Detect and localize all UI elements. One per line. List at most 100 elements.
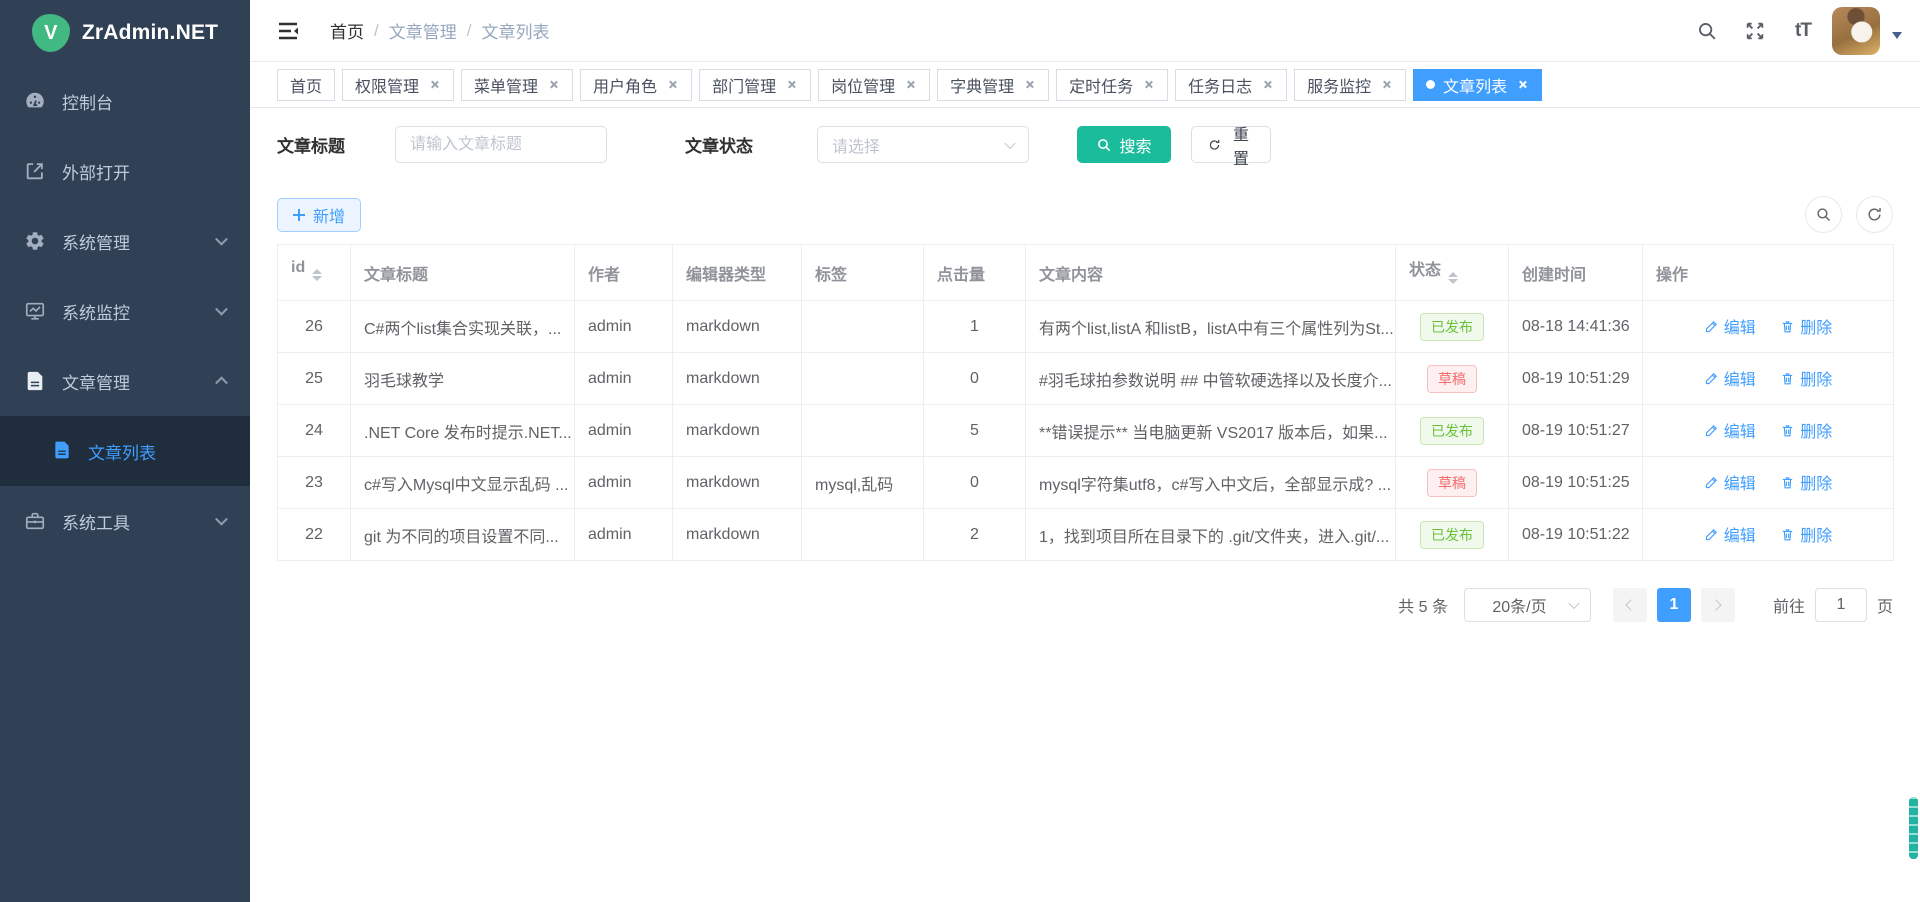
sort-icon[interactable] <box>312 264 322 286</box>
sidebar-item-label: 文章列表 <box>88 439 156 464</box>
reset-button[interactable]: 重置 <box>1191 126 1271 163</box>
chevron-down-icon <box>215 513 228 526</box>
delete-button[interactable]: 删除 <box>1780 522 1832 546</box>
scrollbar-thumb[interactable] <box>1909 797 1918 859</box>
pagination: 共 5 条 20条/页 1 前往 页 <box>277 588 1893 622</box>
sidebar-item-article-list[interactable]: 文章列表 <box>0 416 250 486</box>
sidebar-item-article-manage[interactable]: 文章管理 <box>0 346 250 416</box>
gear-icon <box>24 230 46 252</box>
sidebar-item-dashboard[interactable]: 控制台 <box>0 66 250 136</box>
col-header-id[interactable]: id <box>278 245 351 301</box>
cell-created: 08-19 10:51:27 <box>1509 405 1643 457</box>
col-header-editor: 编辑器类型 <box>673 245 802 301</box>
fullscreen-icon[interactable] <box>1736 12 1774 50</box>
cell-title: c#写入Mysql中文显示乱码 ... <box>351 457 575 509</box>
edit-icon <box>1704 475 1719 490</box>
edit-button[interactable]: 编辑 <box>1704 314 1756 338</box>
delete-button[interactable]: 删除 <box>1780 366 1832 390</box>
add-button[interactable]: 新增 <box>277 198 361 232</box>
sort-icon[interactable] <box>1448 267 1458 289</box>
chevron-down-icon <box>1004 137 1015 148</box>
select-placeholder: 请选择 <box>832 133 880 157</box>
article-title-input[interactable] <box>395 126 607 163</box>
cell-tag: mysql,乱码 <box>802 457 924 509</box>
tab-menu-manage[interactable]: 菜单管理 <box>461 69 573 101</box>
refresh-table-button[interactable] <box>1856 196 1893 233</box>
tab-permission[interactable]: 权限管理 <box>342 69 454 101</box>
tab-dept-manage[interactable]: 部门管理 <box>699 69 811 101</box>
pagination-goto: 前往 页 <box>1773 588 1893 622</box>
close-icon[interactable] <box>1260 78 1274 92</box>
active-dot-icon <box>1426 80 1435 89</box>
cell-content: 1，找到项目所在目录下的 .git/文件夹，进入.git/... <box>1026 509 1396 561</box>
delete-button[interactable]: 删除 <box>1780 314 1832 338</box>
prev-page-button[interactable] <box>1613 588 1647 622</box>
sidebar-item-system-monitor[interactable]: 系统监控 <box>0 276 250 346</box>
breadcrumb-article-manage[interactable]: 文章管理 <box>389 18 457 43</box>
top-navbar: 首页 / 文章管理 / 文章列表 <box>250 0 1920 62</box>
user-menu-caret-icon[interactable] <box>1892 32 1902 44</box>
navbar-tools <box>1688 7 1920 55</box>
article-table: id 文章标题 作者 编辑器类型 标签 点击量 文章内容 状态 创建时间 操作 … <box>277 244 1894 561</box>
close-icon[interactable] <box>665 78 679 92</box>
delete-button[interactable]: 删除 <box>1780 418 1832 442</box>
sidebar-item-label: 外部打开 <box>62 159 130 184</box>
tab-home[interactable]: 首页 <box>277 69 335 101</box>
page-size-select[interactable]: 20条/页 <box>1464 588 1591 622</box>
tab-scheduled-task[interactable]: 定时任务 <box>1056 69 1168 101</box>
toggle-search-button[interactable] <box>1805 196 1842 233</box>
sidebar-item-external[interactable]: 外部打开 <box>0 136 250 206</box>
breadcrumb-home[interactable]: 首页 <box>330 18 364 43</box>
app-logo[interactable]: ZrAdmin.NET <box>0 0 250 66</box>
search-icon <box>1096 137 1112 153</box>
edit-button[interactable]: 编辑 <box>1704 470 1756 494</box>
close-icon[interactable] <box>1379 78 1393 92</box>
edit-icon <box>1704 319 1719 334</box>
delete-button[interactable]: 删除 <box>1780 470 1832 494</box>
edit-button[interactable]: 编辑 <box>1704 366 1756 390</box>
close-icon[interactable] <box>784 78 798 92</box>
tab-service-monitor[interactable]: 服务监控 <box>1294 69 1406 101</box>
user-avatar[interactable] <box>1832 7 1880 55</box>
tab-article-list-active[interactable]: 文章列表 <box>1413 69 1542 101</box>
cell-status: 已发布 <box>1396 301 1509 353</box>
page: ZrAdmin.NET 控制台 外部打开 系统管理 <box>0 0 1920 902</box>
close-icon[interactable] <box>903 78 917 92</box>
edit-button[interactable]: 编辑 <box>1704 418 1756 442</box>
sidebar-item-system-manage[interactable]: 系统管理 <box>0 206 250 276</box>
close-icon[interactable] <box>427 78 441 92</box>
tab-user-role[interactable]: 用户角色 <box>580 69 692 101</box>
refresh-icon <box>1866 206 1883 223</box>
tab-task-log[interactable]: 任务日志 <box>1175 69 1287 101</box>
col-header-status[interactable]: 状态 <box>1396 245 1509 301</box>
tab-post-manage[interactable]: 岗位管理 <box>818 69 930 101</box>
edit-button[interactable]: 编辑 <box>1704 522 1756 546</box>
font-size-icon[interactable] <box>1784 12 1822 50</box>
chevron-down-icon <box>215 233 228 246</box>
next-page-button[interactable] <box>1701 588 1735 622</box>
cell-id: 26 <box>278 301 351 353</box>
cell-content: #羽毛球拍参数说明 ## 中管软硬选择以及长度介... <box>1026 353 1396 405</box>
col-header-clicks: 点击量 <box>924 245 1026 301</box>
sidebar: ZrAdmin.NET 控制台 外部打开 系统管理 <box>0 0 250 902</box>
tab-dict-manage[interactable]: 字典管理 <box>937 69 1049 101</box>
close-icon[interactable] <box>1022 78 1036 92</box>
goto-page-input[interactable] <box>1815 588 1867 622</box>
sidebar-fold-icon[interactable] <box>276 19 300 43</box>
logo-icon <box>32 14 70 52</box>
sidebar-item-system-tools[interactable]: 系统工具 <box>0 486 250 556</box>
app-title: ZrAdmin.NET <box>82 21 218 45</box>
page-number-1[interactable]: 1 <box>1657 588 1691 622</box>
search-button[interactable]: 搜索 <box>1077 126 1171 163</box>
sidebar-menu: 控制台 外部打开 系统管理 系统监控 <box>0 66 250 556</box>
header-search-icon[interactable] <box>1688 12 1726 50</box>
monitor-icon <box>24 300 46 322</box>
table-row: 23 c#写入Mysql中文显示乱码 ... admin markdown my… <box>278 457 1894 509</box>
col-header-created: 创建时间 <box>1509 245 1643 301</box>
close-icon[interactable] <box>1141 78 1155 92</box>
close-icon[interactable] <box>546 78 560 92</box>
article-status-select[interactable]: 请选择 <box>817 126 1029 163</box>
breadcrumb-separator: / <box>374 21 379 41</box>
cell-title: .NET Core 发布时提示.NET... <box>351 405 575 457</box>
close-icon[interactable] <box>1515 78 1529 92</box>
